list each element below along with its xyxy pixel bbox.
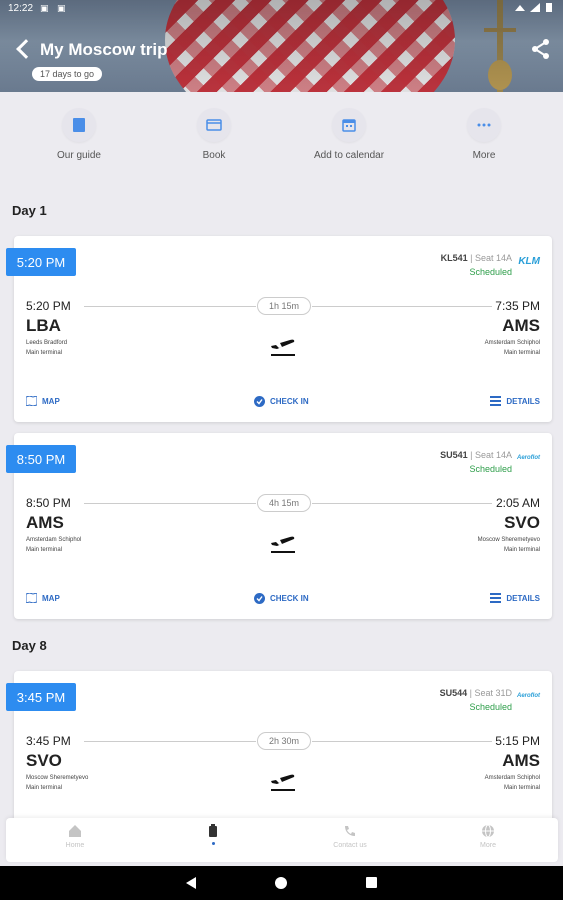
calendar-icon <box>332 108 366 142</box>
flight-status: Scheduled <box>469 464 512 474</box>
book-button[interactable]: Book <box>159 108 269 161</box>
nav-contact-us[interactable]: Contact us <box>305 824 395 849</box>
seat-number: | Seat 14A <box>470 253 512 263</box>
wifi-icon <box>515 5 525 11</box>
arrival-airport-name: Amsterdam Schiphol <box>484 775 540 781</box>
arrival-airport-code: SVO <box>504 513 540 532</box>
airline-logo: Aeroflot <box>517 693 540 699</box>
departure-time-badge: 8:50 PM <box>6 445 76 473</box>
seat-number: | Seat 31D <box>469 688 512 698</box>
system-navigation-bar <box>0 866 563 900</box>
seat-number: | Seat 14A <box>470 450 512 460</box>
flight-status: Scheduled <box>469 702 512 712</box>
departure-time: 5:20 PM <box>26 299 71 313</box>
departure-terminal: Main terminal <box>26 350 63 356</box>
more-actions-button[interactable]: More <box>429 108 539 161</box>
day-heading: Day 8 <box>12 638 47 653</box>
departure-time: 8:50 PM <box>26 496 71 510</box>
nav-more[interactable]: More <box>443 824 533 849</box>
phone-icon <box>345 826 355 836</box>
departure-airport-name: Leeds Bradford <box>26 340 68 346</box>
departure-time-badge: 5:20 PM <box>6 248 76 276</box>
nav-home[interactable]: Home <box>30 824 120 849</box>
departure-terminal: Main terminal <box>26 785 63 791</box>
book-icon <box>197 108 231 142</box>
details-icon <box>490 593 502 603</box>
globe-icon <box>482 824 494 838</box>
check-circle-icon <box>254 396 265 407</box>
arrival-time: 7:35 PM <box>495 299 540 313</box>
arrival-airport-code: AMS <box>502 316 540 335</box>
arrival-terminal: Main terminal <box>503 350 540 356</box>
map-button[interactable]: MAP <box>26 396 60 406</box>
page-title: My Moscow trip <box>40 40 168 59</box>
map-button[interactable]: MAP <box>26 593 60 603</box>
share-icon[interactable] <box>530 38 552 60</box>
airline-logo: Aeroflot <box>517 455 540 461</box>
flight-number: SU544 <box>439 688 468 698</box>
airline-logo: KLM <box>518 256 540 267</box>
flight-duration: 4h 15m <box>257 494 311 512</box>
airplane-takeoff-icon <box>268 525 298 555</box>
departure-airport-code: AMS <box>26 513 64 532</box>
airplane-takeoff-icon <box>268 328 298 358</box>
notification-icons: ▣ ▣ <box>40 3 69 13</box>
departure-airport-name: Amsterdam Schiphol <box>26 537 82 543</box>
airplane-takeoff-icon <box>268 763 298 793</box>
status-time: 12:22 <box>8 3 34 14</box>
arrival-terminal: Main terminal <box>503 785 540 791</box>
back-button[interactable] <box>14 38 34 60</box>
quick-actions: Our guide Book Add to calendar More <box>0 108 563 168</box>
departure-airport-name: Moscow Sheremetyevo <box>26 775 89 781</box>
more-icon <box>467 108 501 142</box>
details-button[interactable]: DETAILS <box>490 396 540 406</box>
system-back-icon <box>186 877 196 889</box>
arrival-time: 5:15 PM <box>495 734 540 748</box>
signal-icon <box>530 3 540 12</box>
map-icon <box>26 396 37 406</box>
flight-info: SU544 | Seat 31D Scheduled <box>440 686 512 714</box>
nav-trips[interactable] <box>168 824 258 845</box>
home-icon <box>69 825 81 837</box>
system-home-icon <box>275 877 287 889</box>
arrival-airport-code: AMS <box>502 751 540 770</box>
day-heading: Day 1 <box>12 203 47 218</box>
flight-info: SU541 | Seat 14A Scheduled <box>440 448 512 476</box>
map-icon <box>26 593 37 603</box>
flight-number: SU541 <box>440 450 468 460</box>
our-guide-button[interactable]: Our guide <box>24 108 134 161</box>
arrival-time: 2:05 AM <box>495 496 540 510</box>
flight-status: Scheduled <box>469 267 512 277</box>
details-icon <box>490 396 502 406</box>
flight-duration: 1h 15m <box>257 297 311 315</box>
flight-card[interactable]: 5:20 PM KL541 | Seat 14A Scheduled KLM 5… <box>6 236 552 422</box>
system-recents-icon <box>366 877 377 888</box>
system-icons <box>513 2 555 16</box>
guide-icon <box>62 108 96 142</box>
check-in-button[interactable]: CHECK IN <box>254 396 309 407</box>
details-button[interactable]: DETAILS <box>490 593 540 603</box>
departure-airport-code: SVO <box>26 751 62 770</box>
trips-icon <box>209 824 217 837</box>
departure-terminal: Main terminal <box>26 547 63 553</box>
flight-info: KL541 | Seat 14A Scheduled <box>441 251 512 279</box>
flight-number: KL541 <box>440 253 468 263</box>
flight-duration: 2h 30m <box>257 732 311 750</box>
arrival-airport-name: Moscow Sheremetyevo <box>477 537 540 543</box>
arrival-airport-name: Amsterdam Schiphol <box>484 340 540 346</box>
bottom-navigation: Home Contact us More <box>6 818 558 862</box>
countdown-badge: 17 days to go <box>32 67 103 81</box>
flight-card[interactable]: 8:50 PM SU541 | Seat 14A Scheduled Aerof… <box>6 433 552 619</box>
check-circle-icon <box>254 593 265 604</box>
check-in-button[interactable]: CHECK IN <box>254 593 309 604</box>
battery-icon <box>546 3 552 12</box>
arrival-terminal: Main terminal <box>503 547 540 553</box>
status-bar: 12:22 ▣ ▣ <box>0 0 563 18</box>
add-to-calendar-button[interactable]: Add to calendar <box>294 108 404 161</box>
departure-airport-code: LBA <box>26 316 61 335</box>
departure-time: 3:45 PM <box>26 734 71 748</box>
departure-time-badge: 3:45 PM <box>6 683 76 711</box>
